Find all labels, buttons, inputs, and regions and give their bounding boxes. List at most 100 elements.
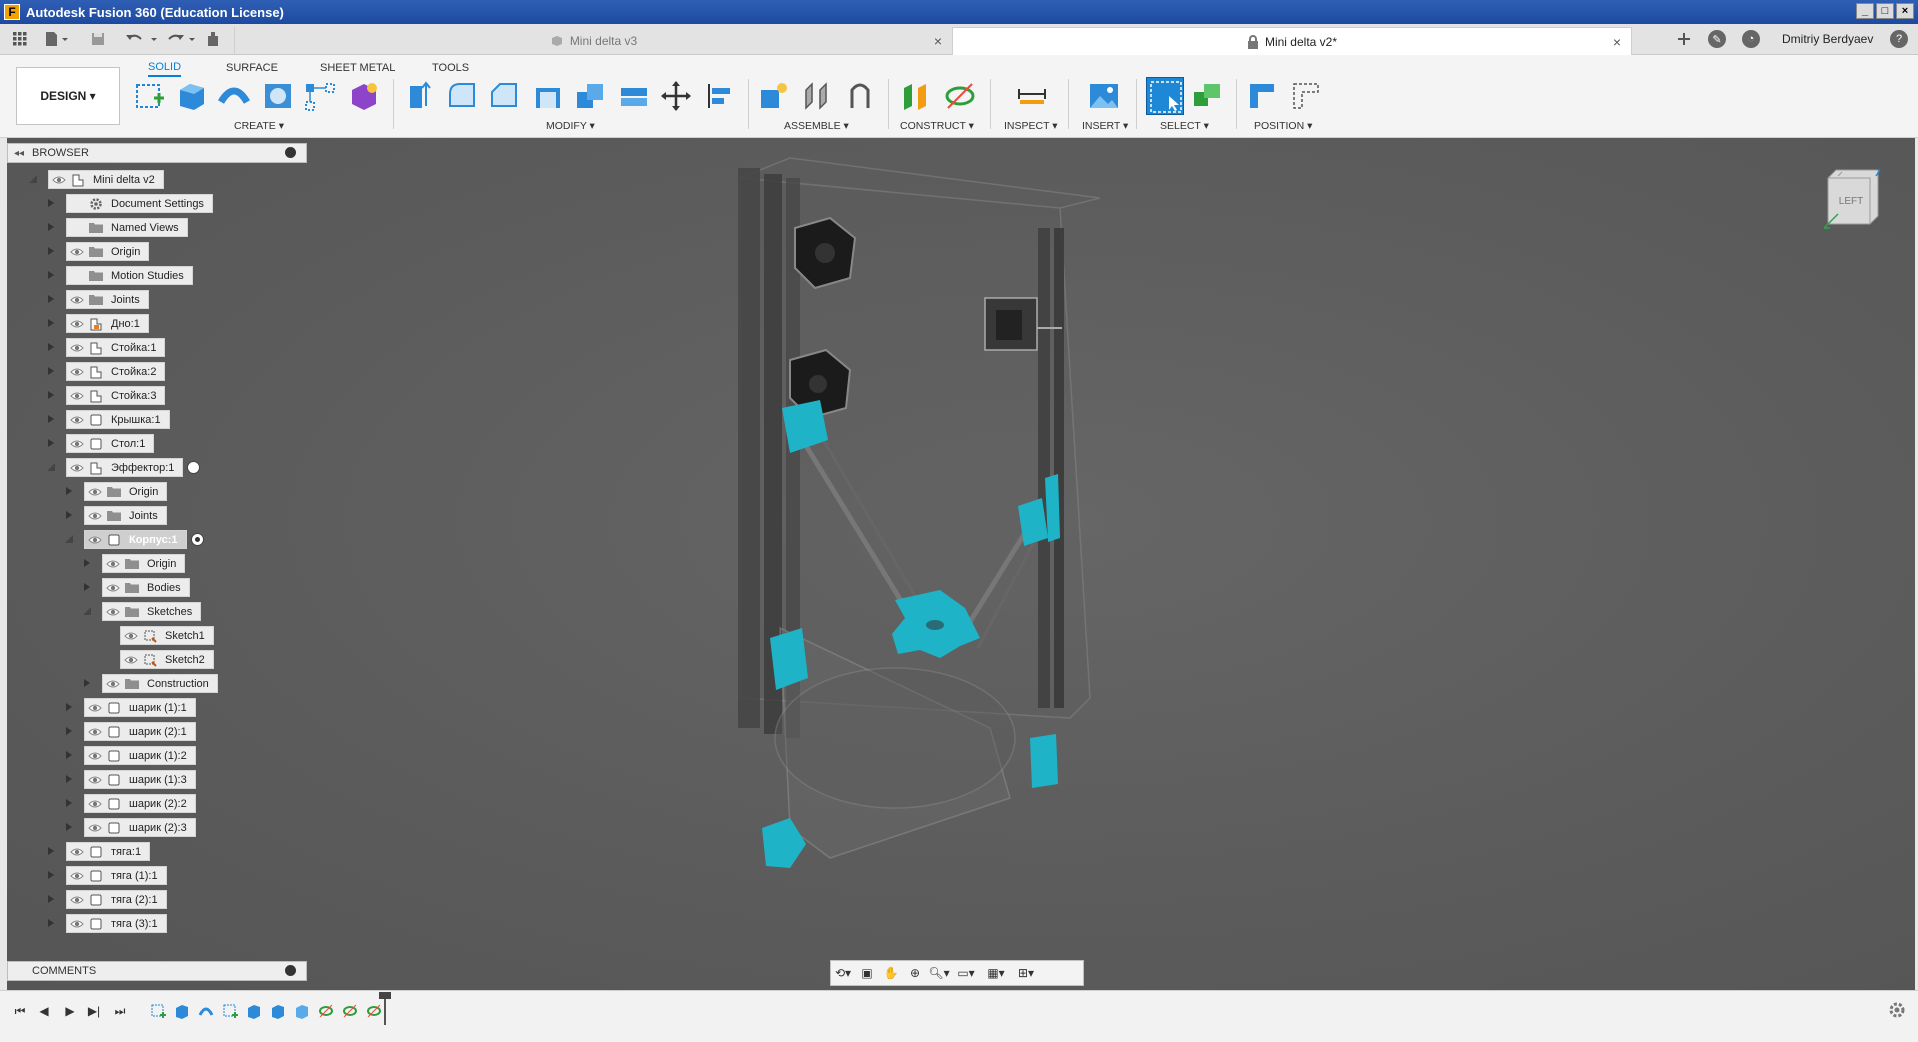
fillet-icon[interactable] <box>446 80 478 112</box>
browser-node[interactable]: тяга:1 <box>46 842 151 861</box>
timeline-extrude-icon[interactable] <box>174 1003 190 1019</box>
axis-through-cylinder-icon[interactable] <box>944 80 976 112</box>
tab-tools[interactable]: TOOLS <box>432 59 469 77</box>
new-tab-icon[interactable] <box>1676 29 1692 49</box>
visibility-eye-icon[interactable] <box>67 291 87 308</box>
close-window-button[interactable]: × <box>1896 3 1914 19</box>
step-forward-icon[interactable]: ▶| <box>86 1003 102 1019</box>
inspect-menu[interactable]: INSPECT ▾ <box>1004 120 1058 132</box>
insert-menu[interactable]: INSERT ▾ <box>1082 120 1128 132</box>
browser-node-label-box[interactable]: шарик (1):2 <box>84 746 196 765</box>
visibility-eye-icon[interactable] <box>85 795 105 812</box>
browser-node[interactable]: Стойка:2 <box>46 362 166 381</box>
workspace-switcher-button[interactable]: DESIGN ▾ <box>16 67 120 125</box>
visibility-eye-icon[interactable] <box>67 843 87 860</box>
go-to-start-icon[interactable]: ⏮ <box>12 1003 28 1019</box>
visibility-eye-icon[interactable] <box>85 699 105 716</box>
comments-panel-header[interactable]: COMMENTS <box>7 961 307 981</box>
expand-node-icon[interactable] <box>46 294 56 304</box>
visibility-eye-icon[interactable] <box>85 723 105 740</box>
go-to-end-icon[interactable]: ⏭ <box>112 1003 128 1019</box>
browser-node-label-box[interactable]: Эффектор:1 <box>66 458 184 477</box>
tab-mini-delta-v2[interactable]: Mini delta v2* × <box>952 27 1632 55</box>
view-cube-face[interactable]: LEFT <box>1832 196 1870 207</box>
browser-node-label-box[interactable]: Стойка:2 <box>66 362 166 381</box>
browser-node[interactable]: Document Settings <box>46 194 213 213</box>
modify-menu[interactable]: MODIFY ▾ <box>546 120 595 132</box>
close-tab-icon[interactable]: × <box>934 33 942 49</box>
browser-node[interactable]: Joints <box>46 290 149 309</box>
visibility-eye-icon[interactable] <box>49 171 69 188</box>
browser-node-label-box[interactable]: тяга (3):1 <box>66 914 167 933</box>
viewports-icon[interactable]: ⊞▾ <box>1011 963 1041 983</box>
create-form-icon[interactable] <box>348 80 380 112</box>
expand-node-icon[interactable] <box>46 414 56 424</box>
capture-position-icon[interactable] <box>1246 80 1278 112</box>
pattern-icon[interactable] <box>304 80 336 112</box>
browser-node[interactable]: Корпус:1 <box>64 530 204 549</box>
browser-node-label-box[interactable]: Стойка:3 <box>66 386 166 405</box>
expand-node-icon[interactable] <box>64 702 74 712</box>
visibility-eye-icon[interactable] <box>67 435 87 452</box>
offset-plane-icon[interactable] <box>900 80 932 112</box>
browser-node[interactable]: Mini delta v2 <box>28 170 164 189</box>
timeline-marker-handle[interactable] <box>379 992 391 999</box>
browser-node[interactable]: шарик (2):3 <box>64 818 196 837</box>
browser-node[interactable]: Origin <box>64 482 168 501</box>
browser-node-label-box[interactable]: Motion Studies <box>66 266 193 285</box>
expand-node-icon[interactable] <box>82 558 92 568</box>
expand-node-icon[interactable] <box>64 822 74 832</box>
as-built-joint-icon[interactable] <box>844 80 876 112</box>
browser-node-label-box[interactable]: Sketches <box>102 602 202 621</box>
play-icon[interactable]: ▶ <box>62 1003 78 1019</box>
activate-component-radio[interactable] <box>187 461 201 474</box>
browser-node[interactable]: Origin <box>82 554 186 573</box>
browser-node[interactable]: тяга (1):1 <box>46 866 167 885</box>
browser-node-label-box[interactable]: Стол:1 <box>66 434 155 453</box>
expand-node-icon[interactable] <box>46 222 56 232</box>
tab-mini-delta-v3[interactable]: Mini delta v3 × <box>234 27 952 55</box>
expand-node-icon[interactable] <box>64 798 74 808</box>
expand-node-icon[interactable] <box>46 318 56 328</box>
pan-icon[interactable]: ✋ <box>879 963 903 983</box>
browser-node-label-box[interactable]: шарик (2):3 <box>84 818 196 837</box>
timeline-extrude-icon[interactable] <box>270 1003 286 1019</box>
browser-node[interactable]: Sketches <box>82 602 202 621</box>
construct-menu[interactable]: CONSTRUCT ▾ <box>900 120 974 132</box>
browser-node[interactable]: Дно:1 <box>46 314 149 333</box>
timeline-body-icon[interactable] <box>294 1003 310 1019</box>
job-status-icon[interactable] <box>203 30 223 48</box>
browser-node-label-box[interactable]: Document Settings <box>66 194 213 213</box>
user-account-name[interactable]: Dmitriy Berdyaev <box>1782 29 1873 49</box>
3d-viewport[interactable]: LEFT <box>0 138 1918 990</box>
visibility-eye-icon[interactable] <box>103 603 123 620</box>
visibility-eye-icon[interactable] <box>103 579 123 596</box>
browser-node-label-box[interactable]: шарик (2):2 <box>84 794 196 813</box>
visibility-eye-icon[interactable] <box>121 651 141 668</box>
visibility-eye-icon[interactable] <box>85 747 105 764</box>
browser-node[interactable]: Bodies <box>82 578 190 597</box>
save-icon[interactable] <box>88 30 108 48</box>
timeline-axis-icon[interactable] <box>342 1003 358 1019</box>
browser-node[interactable]: Крышка:1 <box>46 410 170 429</box>
visibility-eye-icon[interactable] <box>121 627 141 644</box>
timeline-axis-icon[interactable] <box>318 1003 334 1019</box>
expand-node-icon[interactable] <box>46 846 56 856</box>
browser-node-label-box[interactable]: тяга (1):1 <box>66 866 167 885</box>
file-menu-icon[interactable] <box>42 30 72 48</box>
visibility-eye-icon[interactable] <box>85 531 105 548</box>
expand-node-icon[interactable] <box>64 510 74 520</box>
browser-node[interactable]: Стойка:1 <box>46 338 166 357</box>
visibility-eye-icon[interactable] <box>67 243 87 260</box>
zoom-icon[interactable]: ⊕ <box>903 963 927 983</box>
browser-node-label-box[interactable]: Sketch1 <box>120 626 214 645</box>
app-grid-icon[interactable] <box>10 30 30 48</box>
expand-node-icon[interactable] <box>46 390 56 400</box>
assemble-menu[interactable]: ASSEMBLE ▾ <box>784 120 849 132</box>
chamfer-icon[interactable] <box>488 80 520 112</box>
selection-filter-icon[interactable] <box>1192 80 1224 112</box>
browser-node[interactable]: Origin <box>46 242 150 261</box>
collapse-panel-icon[interactable]: ◂◂ <box>14 148 24 159</box>
collapse-node-icon[interactable] <box>82 606 92 616</box>
browser-node[interactable]: шарик (1):1 <box>64 698 196 717</box>
